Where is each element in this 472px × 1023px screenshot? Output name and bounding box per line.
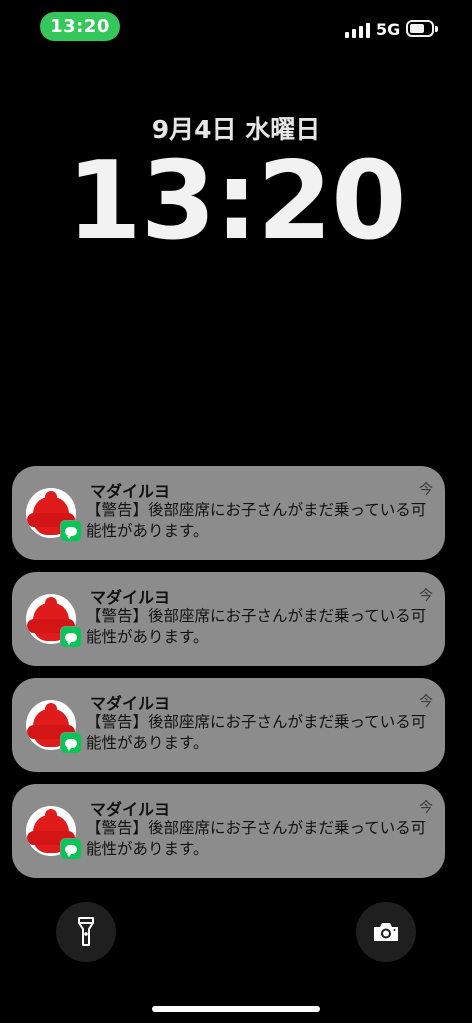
line-app-icon (60, 626, 82, 648)
notification-message: 【警告】後部座席にお子さんがまだ乗っている可能性があります。 (86, 713, 427, 752)
notification-time: 今 (419, 588, 433, 604)
camera-icon (374, 923, 398, 941)
notification-time: 今 (419, 694, 433, 710)
line-app-icon (60, 838, 82, 860)
notification-card[interactable]: マダイルヨ 今 【警告】後部座席にお子さんがまだ乗っている可能性があります。 (12, 466, 445, 560)
notification-sender: マダイルヨ (90, 694, 171, 713)
notification-sender: マダイルヨ (90, 800, 171, 819)
notification-sender: マダイルヨ (90, 588, 171, 607)
notification-card[interactable]: マダイルヨ 今 【警告】後部座席にお子さんがまだ乗っている可能性があります。 (12, 784, 445, 878)
flashlight-icon (78, 917, 94, 946)
lock-time: 13:20 (66, 139, 407, 264)
notification-stack: マダイルヨ 今 【警告】後部座席にお子さんがまだ乗っている可能性があります。 マ… (12, 466, 445, 890)
home-indicator[interactable] (152, 1006, 320, 1012)
status-bar: 13:20 5G (0, 0, 472, 56)
line-app-icon (60, 732, 82, 754)
line-app-icon (60, 520, 82, 542)
notification-sender: マダイルヨ (90, 482, 171, 501)
flashlight-button[interactable] (56, 902, 116, 962)
signal-bars-icon (345, 22, 370, 38)
notification-card[interactable]: マダイルヨ 今 【警告】後部座席にお子さんがまだ乗っている可能性があります。 (12, 572, 445, 666)
notification-message: 【警告】後部座席にお子さんがまだ乗っている可能性があります。 (86, 501, 427, 540)
notification-time: 今 (419, 800, 433, 816)
notification-message: 【警告】後部座席にお子さんがまだ乗っている可能性があります。 (86, 819, 427, 858)
network-type: 5G (376, 20, 401, 39)
notification-card[interactable]: マダイルヨ 今 【警告】後部座席にお子さんがまだ乗っている可能性があります。 (12, 678, 445, 772)
battery-fill (410, 24, 424, 33)
battery-nub (435, 26, 438, 32)
notification-message: 【警告】後部座席にお子さんがまだ乗っている可能性があります。 (86, 607, 427, 646)
camera-button[interactable] (356, 902, 416, 962)
status-time-pill[interactable]: 13:20 (40, 12, 120, 41)
notification-time: 今 (419, 482, 433, 498)
battery-icon (406, 20, 438, 37)
